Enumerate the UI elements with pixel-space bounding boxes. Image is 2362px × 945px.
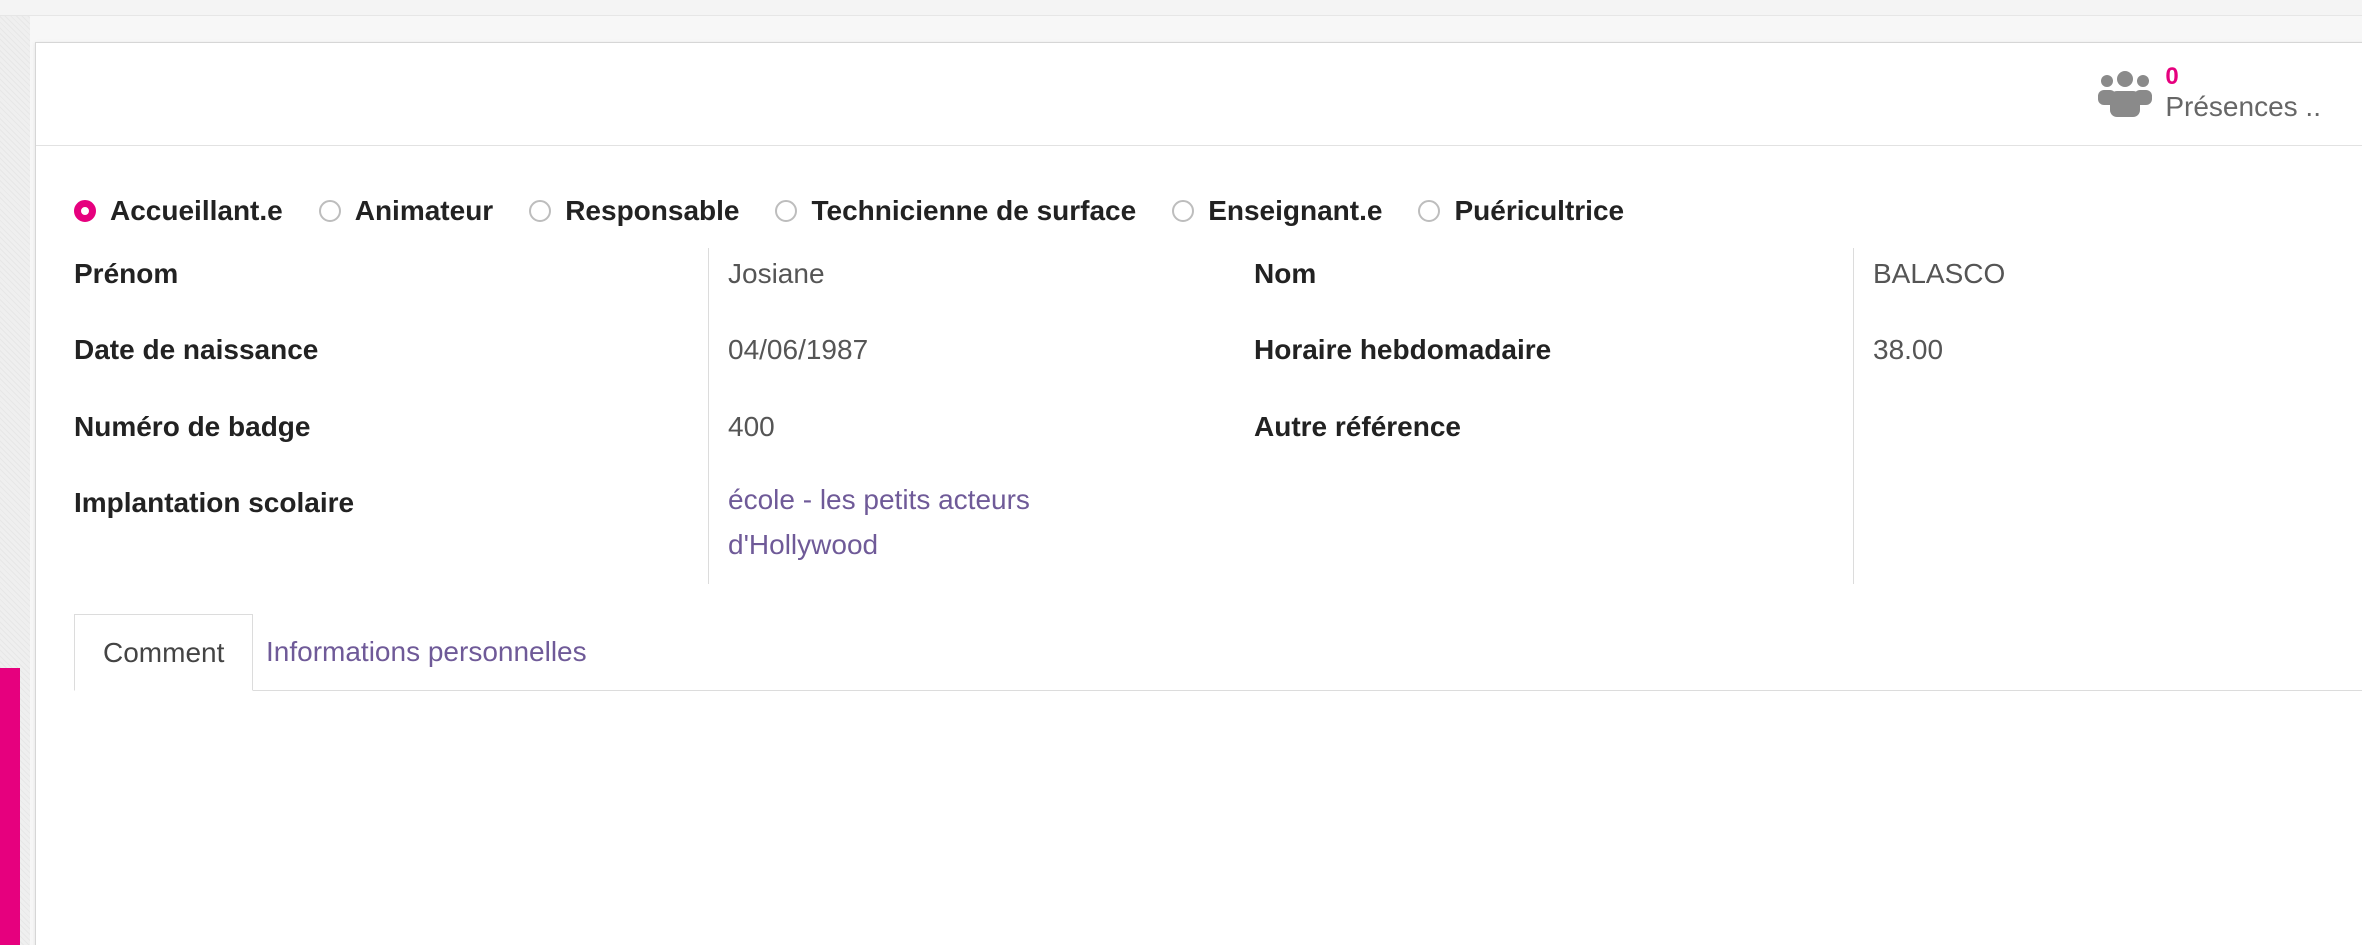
form-sheet: 0 Présences .. Accueillant.e Animateur R… [35,42,2362,945]
radio-label: Technicienne de surface [811,195,1137,226]
stat-text: 0 Présences .. [2165,63,2321,123]
birth-date-label: Date de naissance [74,334,319,365]
radio-option-animateur[interactable]: Animateur [318,195,494,227]
notebook-tabs: Comment Informations personnelles [74,614,2362,691]
birth-date-field[interactable]: 04/06/1987 [728,334,868,366]
column-divider [1853,248,1854,584]
badge-number-label: Numéro de badge [74,411,311,442]
radio-label: Puéricultrice [1454,195,1625,226]
radio-option-accueillant[interactable]: Accueillant.e [74,195,283,227]
school-link-line: d'Hollywood [728,529,879,560]
badge-number-field[interactable]: 400 [728,411,775,443]
radio-button[interactable] [1172,200,1195,222]
radio-label: Enseignant.e [1208,195,1383,226]
page: 0 Présences .. Accueillant.e Animateur R… [0,0,2362,945]
tab-personal-information[interactable]: Informations personnelles [258,614,595,690]
attendance-stat-button[interactable]: 0 Présences .. [2097,63,2321,123]
radio-button[interactable] [775,200,798,222]
radio-button[interactable] [529,200,552,222]
stat-label: Présences .. [2165,90,2321,122]
first-name-field[interactable]: Josiane [728,258,825,290]
first-name-label: Prénom [74,258,179,289]
sheet-body: Accueillant.e Animateur Responsable Tech… [36,180,2362,691]
role-radio-group: Accueillant.e Animateur Responsable Tech… [74,180,2362,242]
radio-label: Accueillant.e [110,195,283,226]
radio-option-enseignant[interactable]: Enseignant.e [1172,195,1382,227]
employee-fields: Prénom Josiane Date de naissance 04/06/1… [74,248,2362,584]
radio-button[interactable] [74,200,96,222]
tab-comment[interactable]: Comment [74,614,254,691]
button-box: 0 Présences .. [36,43,2362,146]
school-label: Implantation scolaire [74,487,355,518]
school-link[interactable]: école - les petits acteurs d'Hollywood [728,477,1030,567]
radio-option-responsable[interactable]: Responsable [529,195,739,227]
radio-option-puericultrice[interactable]: Puéricultrice [1418,195,1624,227]
weekly-hours-label: Horaire hebdomadaire [1254,334,1552,365]
radio-label: Responsable [565,195,740,226]
users-icon [2097,67,2153,119]
top-bar [0,0,2362,16]
radio-button[interactable] [318,200,341,222]
last-name-field[interactable]: BALASCO [1873,258,2005,290]
accent-strip [0,668,20,945]
radio-option-technicienne[interactable]: Technicienne de surface [775,195,1136,227]
stat-value: 0 [2165,63,2179,90]
last-name-label: Nom [1254,258,1317,289]
weekly-hours-field[interactable]: 38.00 [1873,334,1943,366]
other-reference-label: Autre référence [1254,411,1461,442]
school-link-line: école - les petits acteurs [728,484,1030,515]
column-divider [708,248,709,584]
radio-label: Animateur [354,195,494,226]
radio-button[interactable] [1418,200,1441,222]
